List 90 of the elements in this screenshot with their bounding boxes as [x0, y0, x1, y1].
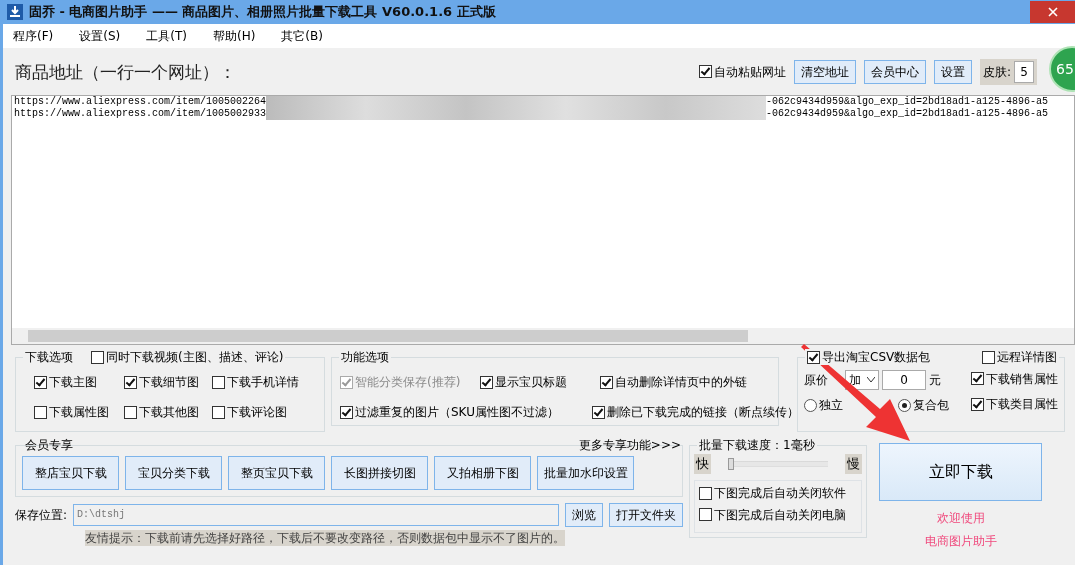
checkbox[interactable] — [34, 405, 47, 419]
toolbar-button[interactable]: 设置 — [933, 59, 972, 84]
checkbox[interactable] — [34, 375, 47, 389]
checkbox-label[interactable]: 远程详情图 — [997, 349, 1057, 365]
url-text: https://www.aliexpress.com/item/1005002264 — [14, 96, 267, 108]
hint-text: 友情提示：下载前请先选择好路径，下载后不要改变路径，否则数据包中显示不了图片的。 — [85, 530, 565, 546]
checkbox[interactable] — [982, 350, 995, 364]
unit-label: 元 — [929, 372, 941, 388]
checkbox[interactable] — [699, 486, 712, 500]
checkbox-label[interactable]: 下载销售属性 — [986, 370, 1058, 387]
url-text: -062c9434d959&algo_exp_id=2bd18ad1-a125-4896-a5 — [766, 96, 1049, 108]
checkbox-label[interactable]: 下载评论图 — [227, 404, 287, 420]
url-text: -062c9434d959&algo_exp_id=2bd18ad1-a125-4896-a5 — [766, 108, 1049, 120]
feature-button[interactable]: 宝贝分类下载 — [125, 456, 222, 490]
toolbar-button[interactable]: 清空地址 — [793, 59, 856, 84]
more-features-link[interactable]: 更多专享功能>>> — [578, 437, 681, 453]
checkbox-label[interactable]: 过滤重复的图片（SKU属性图不过滤） — [355, 404, 559, 420]
price-dropdown[interactable]: 加 — [845, 370, 879, 390]
feature-button[interactable]: 长图拼接切图 — [331, 456, 428, 490]
fast-label: 快 — [694, 454, 711, 474]
download-icon — [7, 4, 23, 20]
checkbox[interactable] — [340, 405, 353, 419]
save-path-field[interactable]: D:\dtshj — [73, 504, 559, 526]
menu-item[interactable]: 其它(B) — [277, 28, 327, 44]
checkbox-label[interactable]: 自动删除详情页中的外链 — [615, 374, 747, 390]
price-label: 原价 — [804, 372, 828, 388]
feature-button[interactable]: 又拍相册下图 — [434, 456, 531, 490]
menu-item[interactable]: 设置(S) — [75, 28, 125, 44]
checkbox-label[interactable]: 导出淘宝CSV数据包 — [822, 349, 931, 365]
welcome-text: 欢迎使用 — [936, 510, 985, 526]
checkbox[interactable] — [212, 375, 225, 389]
checkbox[interactable] — [91, 350, 104, 364]
radio-label[interactable]: 独立 — [819, 397, 843, 414]
checkbox-label[interactable]: 下载手机详情 — [227, 374, 299, 390]
checkbox-label[interactable]: 下图完成后自动关闭电脑 — [714, 506, 846, 523]
path-button[interactable]: 打开文件夹 — [609, 503, 683, 527]
checkbox-label[interactable]: 下载类目属性 — [986, 396, 1058, 412]
checkbox[interactable] — [592, 405, 605, 419]
speed-slider[interactable] — [728, 458, 828, 470]
radio-label[interactable]: 复合包 — [913, 397, 949, 414]
group-title: 功能选项 — [341, 349, 389, 365]
group-title: 会员专享 — [25, 437, 73, 453]
feature-button[interactable]: 整店宝贝下载 — [22, 456, 119, 490]
save-label: 保存位置: — [15, 507, 68, 523]
download-button[interactable]: 立即下载 — [879, 443, 1042, 501]
feature-button[interactable]: 批量加水印设置 — [537, 456, 634, 490]
skin-field[interactable]: 5 — [1014, 60, 1034, 83]
checkbox[interactable] — [212, 405, 225, 419]
menu-item[interactable]: 程序(F) — [9, 28, 58, 44]
menu-item[interactable]: 帮助(H) — [208, 28, 260, 44]
path-button[interactable]: 浏览 — [565, 503, 603, 527]
group-title: 下载选项 — [25, 349, 73, 365]
checkbox[interactable] — [124, 405, 137, 419]
caret-icon — [867, 377, 875, 383]
close-icon — [1047, 7, 1058, 17]
checkbox-label[interactable]: 显示宝贝标题 — [495, 374, 567, 390]
checkbox-label[interactable]: 下载其他图 — [139, 404, 199, 420]
checkbox-label[interactable]: 下载主图 — [49, 374, 97, 390]
feature-button[interactable]: 整页宝贝下载 — [228, 456, 325, 490]
radio-button[interactable] — [804, 398, 817, 412]
horizontal-scrollbar[interactable] — [12, 328, 1074, 344]
checkbox[interactable] — [600, 375, 613, 389]
menu-item[interactable]: 工具(T) — [142, 28, 191, 44]
checkbox[interactable] — [971, 397, 984, 411]
checkbox-label[interactable]: 自动粘贴网址 — [713, 63, 786, 80]
skin-label: 皮肤: — [982, 63, 1011, 80]
checkbox-label[interactable]: 同时下载视频(主图、描述、评论) — [106, 349, 284, 365]
checkbox[interactable] — [698, 65, 712, 78]
checkbox[interactable] — [124, 375, 137, 389]
price-field[interactable]: 0 — [882, 370, 926, 390]
slider-thumb[interactable] — [728, 458, 734, 470]
percent-badge: 65 — [1049, 46, 1075, 92]
checkbox-label[interactable]: 下图完成后自动关闭软件 — [714, 485, 846, 501]
url-text: https://www.aliexpress.com/item/1005002933 — [14, 108, 267, 120]
window-title: 固乔 - 电商图片助手 —— 商品图片、相册照片批量下载工具 V60.0.1.6 正式版 — [29, 4, 496, 20]
checkbox-label[interactable]: 下载属性图 — [49, 404, 109, 420]
checkbox[interactable] — [971, 372, 984, 386]
checkbox[interactable] — [807, 350, 820, 364]
checkbox-label[interactable]: 删除已下载完成的链接（断点续传） — [607, 404, 799, 420]
checkbox[interactable] — [480, 375, 493, 389]
url-textarea[interactable]: https://www.aliexpress.com/item/1005002264 -062c9434d959&algo_exp_id=2bd18ad1-a125-4896-a5 https://www.aliexpress.com/item/1005002933 -062c9434d959&algo_exp_id=2bd18ad1-a125-4896-a5 — [11, 95, 1075, 345]
url-label: 商品地址（一行一个网址）： — [15, 61, 236, 82]
speed-label: 批量下载速度：1毫秒 — [699, 437, 815, 453]
welcome-text: 电商图片助手 — [924, 533, 997, 549]
checkbox-label[interactable]: 下载细节图 — [139, 374, 199, 390]
radio-button[interactable] — [898, 398, 911, 412]
slow-label: 慢 — [845, 454, 862, 474]
toolbar-button[interactable]: 会员中心 — [863, 59, 926, 84]
close-button[interactable] — [1030, 1, 1075, 23]
checkbox[interactable] — [699, 508, 712, 521]
